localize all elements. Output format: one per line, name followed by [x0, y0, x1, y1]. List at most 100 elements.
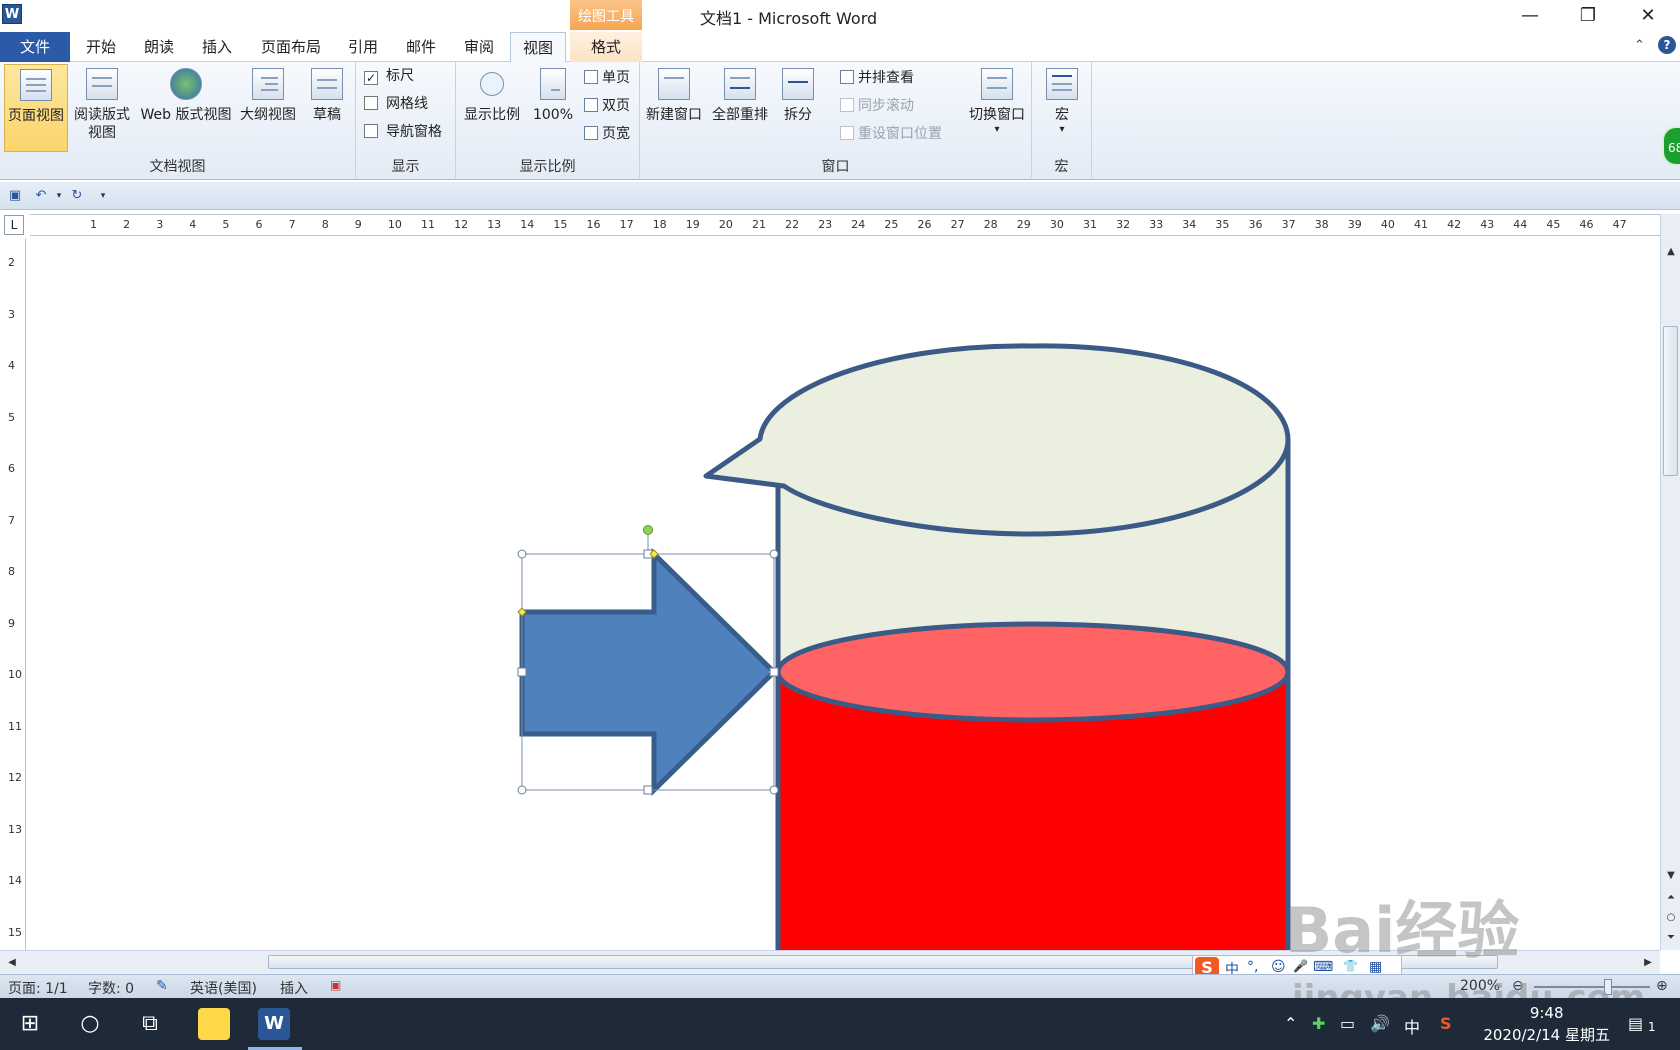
prev-page-icon[interactable]: ⏶ [1663, 890, 1679, 906]
resize-handle-br[interactable] [769, 785, 779, 795]
page-width-button[interactable]: 页宽 [584, 122, 630, 146]
undo-dropdown-icon[interactable]: ▾ [50, 187, 68, 205]
tray-overflow-icon[interactable]: ⌃ [1284, 1014, 1297, 1033]
zoom-100-button[interactable]: 100% [528, 64, 578, 152]
ruler-h-label: 7 [288, 218, 296, 231]
print-layout-button[interactable]: 页面视图 [4, 64, 68, 152]
minimize-ribbon-icon[interactable]: ⌃ [1634, 38, 1645, 53]
side-by-side-button[interactable]: 并排查看 [840, 66, 914, 90]
nav-pane-checkbox[interactable]: 导航窗格 [364, 120, 442, 144]
restore-button[interactable]: ❐ [1568, 4, 1608, 28]
scroll-down-icon[interactable]: ▼ [1663, 868, 1679, 884]
zoom-button[interactable]: 显示比例 [460, 64, 524, 152]
word-app-icon[interactable]: W [2, 4, 22, 24]
next-page-icon[interactable]: ⏷ [1663, 930, 1679, 946]
tab-page-layout[interactable]: 页面布局 [252, 32, 330, 62]
cortana-icon[interactable]: ○ [60, 998, 120, 1050]
ruler-v-label: 12 [8, 771, 22, 784]
windows-start-icon[interactable]: ⊞ [0, 998, 60, 1050]
proofing-icon[interactable]: ✎ [156, 978, 168, 994]
resize-handle-right[interactable] [769, 667, 779, 677]
gridlines-check-icon [364, 96, 378, 110]
rotation-handle[interactable] [643, 525, 653, 535]
status-page[interactable]: 页面: 1/1 [8, 978, 68, 998]
tab-format[interactable]: 格式 [570, 32, 642, 62]
status-insert-mode[interactable]: 插入 [280, 978, 308, 998]
group-label-show: 显示 [391, 159, 420, 175]
web-layout-button[interactable]: Web 版式视图 [136, 64, 236, 152]
read-mode-button[interactable]: 阅读版式 视图 [70, 64, 134, 152]
horizontal-ruler[interactable]: 1 2 3 4 5 6 7 8 9 10 11 12 13 14 15 16 17 18 19 20 21 22 23 24 2… [30, 214, 1660, 236]
ruler-h-label: 41 [1414, 218, 1428, 231]
draft-button[interactable]: 草稿 [302, 64, 352, 152]
customize-qat-icon[interactable]: ▾ [94, 187, 112, 205]
split-button[interactable]: 拆分 [774, 64, 822, 152]
ruler-v-label: 2 [8, 256, 15, 269]
qq-browser-icon[interactable] [198, 1008, 230, 1040]
vertical-scroll-thumb[interactable] [1663, 326, 1678, 476]
ruler-h-label: 34 [1182, 218, 1197, 231]
save-icon[interactable]: ▣ [6, 187, 24, 205]
browse-object-icon[interactable]: ○ [1663, 910, 1679, 926]
gridlines-checkbox[interactable]: 网格线 [364, 92, 428, 116]
reset-position-button[interactable]: 重设窗口位置 [840, 122, 942, 146]
ime-punctuation-toggle[interactable]: °, [1247, 959, 1258, 975]
tab-view[interactable]: 视图 [510, 32, 566, 62]
ruler-checkbox[interactable]: ✓ 标尺 [364, 64, 414, 88]
switch-windows-button[interactable]: 切换窗口 ▾ [964, 64, 1030, 152]
one-page-button[interactable]: 单页 [584, 66, 630, 90]
resize-handle-bl[interactable] [517, 785, 527, 795]
undo-icon[interactable]: ↶ [32, 187, 50, 205]
ime-emoji-icon[interactable]: ☺ [1271, 959, 1286, 975]
tab-file[interactable]: 文件 [0, 32, 70, 62]
tab-references[interactable]: 引用 [338, 32, 388, 62]
scroll-right-icon[interactable]: ▶ [1640, 955, 1656, 971]
network-icon[interactable]: ▭ [1340, 1014, 1355, 1033]
redo-icon[interactable]: ↻ [68, 187, 86, 205]
word-taskbar-icon[interactable]: W [258, 1008, 290, 1040]
notification-icon[interactable]: ▤ [1628, 1014, 1643, 1033]
volume-icon[interactable]: 🔊 [1370, 1014, 1390, 1033]
tab-read-aloud[interactable]: 朗读 [134, 32, 184, 62]
scroll-up-icon[interactable]: ▲ [1663, 244, 1679, 260]
right-arrow-shape[interactable] [519, 548, 778, 796]
resize-handle-tl[interactable] [517, 549, 527, 559]
ruler-v-label: 4 [8, 359, 15, 372]
sogou-tray-icon[interactable]: S [1440, 1014, 1452, 1033]
scroll-left-icon[interactable]: ◀ [4, 955, 20, 971]
vertical-ruler[interactable]: 2 3 4 5 6 7 8 9 10 11 12 13 14 15 [0, 238, 26, 950]
macros-button[interactable]: 宏 ▾ [1038, 64, 1086, 152]
tab-home[interactable]: 开始 [76, 32, 126, 62]
clock[interactable]: 9:48 2020/2/14 星期五 [1483, 1002, 1610, 1046]
outline-button[interactable]: 大纲视图 [236, 64, 300, 152]
resize-handle-tr[interactable] [769, 549, 779, 559]
arrange-all-button[interactable]: 全部重排 [708, 64, 772, 152]
input-indicator[interactable]: 中 [1404, 1014, 1420, 1038]
tab-insert[interactable]: 插入 [192, 32, 242, 62]
sync-scroll-button[interactable]: 同步滚动 [840, 94, 914, 118]
floating-badge[interactable]: 68 [1662, 126, 1680, 166]
document-canvas[interactable] [26, 238, 1660, 950]
liquid-surface[interactable] [775, 621, 1291, 723]
task-view-icon[interactable]: ⧉ [120, 998, 180, 1050]
notification-count: 1 [1648, 1020, 1656, 1034]
two-pages-button[interactable]: 双页 [584, 94, 630, 118]
help-icon[interactable]: ? [1658, 36, 1676, 54]
draft-icon [311, 68, 343, 100]
tray-security-icon[interactable]: ✚ [1312, 1014, 1325, 1033]
tab-mailings[interactable]: 邮件 [396, 32, 446, 62]
status-word-count[interactable]: 字数: 0 [88, 978, 134, 998]
resize-handle-left[interactable] [517, 667, 527, 677]
resize-handle-bottom[interactable] [643, 785, 653, 795]
tab-review[interactable]: 审阅 [454, 32, 504, 62]
ruler-h-label: 3 [156, 218, 164, 231]
minimize-button[interactable]: — [1510, 4, 1550, 28]
zoom-in-icon[interactable]: ⊕ [1656, 978, 1668, 994]
macro-record-icon[interactable]: ▣ [330, 978, 341, 992]
ruler-h-label: 17 [619, 218, 634, 231]
vertical-scrollbar[interactable]: ▲ ▼ ⏶ ○ ⏷ [1660, 214, 1680, 950]
tab-selector[interactable]: L [4, 215, 24, 235]
new-window-button[interactable]: 新建窗口 [642, 64, 706, 152]
status-language[interactable]: 英语(美国) [190, 978, 257, 998]
close-button[interactable]: ✕ [1628, 4, 1668, 28]
